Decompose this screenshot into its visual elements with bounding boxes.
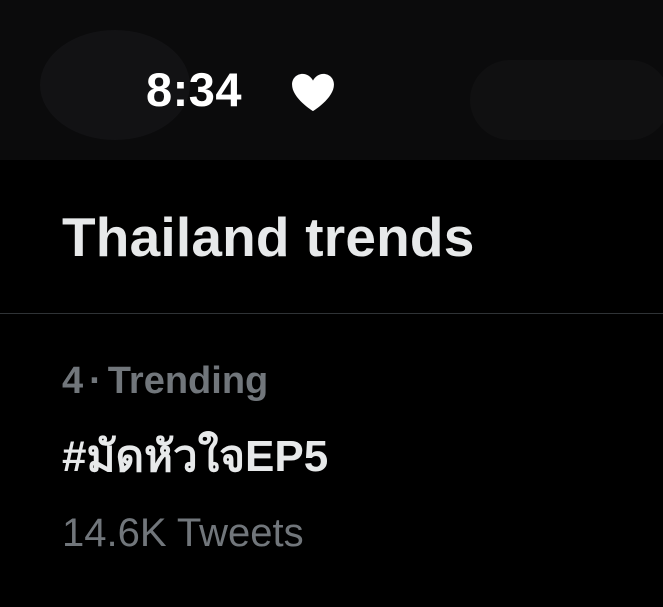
heart-icon [290,72,336,112]
status-time: 8:34 [146,63,243,116]
page-title: Thailand trends [62,206,475,268]
trend-category: Trending [107,360,269,402]
status-bar: 8:34 [0,0,663,160]
blurred-background-shape [470,60,663,140]
trend-rank: 4 [62,360,84,402]
trend-meta: 4 · Trending [62,356,268,406]
trend-separator: · [89,360,102,402]
trend-name[interactable]: #มัดหัวใจEP5 [62,428,328,486]
trend-tweet-count: 14.6K Tweets [62,511,304,555]
